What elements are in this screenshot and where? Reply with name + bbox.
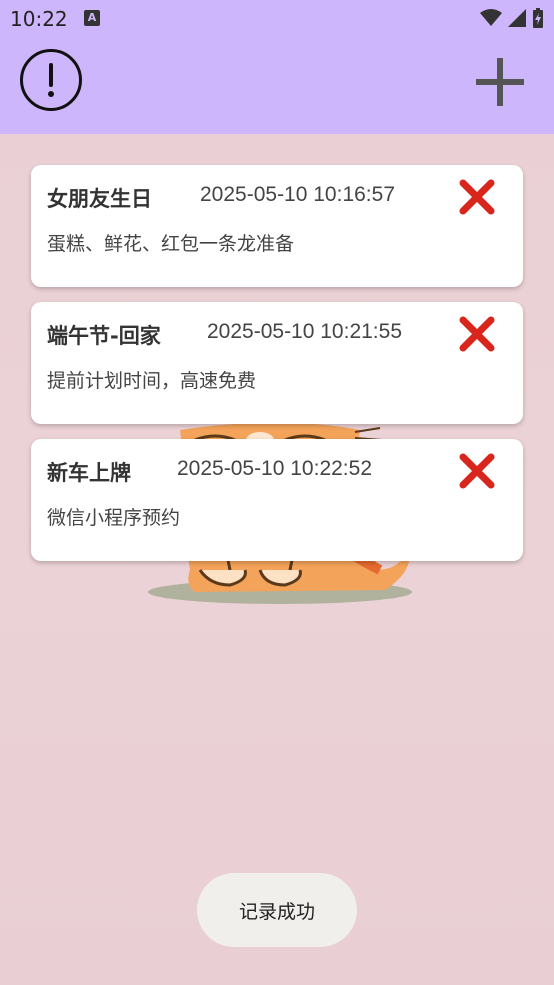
app-bar [0, 38, 554, 134]
record-card[interactable]: 端午节-回家 2025-05-10 10:21:55 提前计划时间，高速免费 [31, 302, 523, 424]
record-list: 女朋友生日 2025-05-10 10:16:57 蛋糕、鲜花、红包一条龙准备 … [31, 165, 523, 576]
status-bar: 10:22 A [0, 0, 554, 38]
record-note: 微信小程序预约 [47, 507, 181, 529]
record-note: 提前计划时间，高速免费 [47, 370, 257, 392]
record-card[interactable]: 新车上牌 2025-05-10 10:22:52 微信小程序预约 [31, 439, 523, 561]
alert-circle-icon [48, 63, 54, 97]
battery-icon [533, 8, 543, 28]
record-datetime: 2025-05-10 10:16:57 [200, 183, 395, 206]
close-x-icon[interactable] [459, 453, 495, 489]
notification-a-icon: A [84, 10, 100, 26]
close-x-icon[interactable] [459, 316, 495, 352]
record-title: 新车上牌 [47, 461, 131, 485]
status-time: 10:22 [10, 7, 68, 31]
record-datetime: 2025-05-10 10:22:52 [177, 457, 372, 480]
status-icons [480, 8, 544, 28]
plus-icon[interactable] [476, 58, 524, 106]
record-title: 女朋友生日 [47, 187, 152, 211]
signal-icon [508, 9, 526, 27]
wifi-icon [480, 9, 502, 26]
toast-message: 记录成功 [197, 873, 357, 947]
info-button[interactable] [20, 49, 82, 111]
record-card[interactable]: 女朋友生日 2025-05-10 10:16:57 蛋糕、鲜花、红包一条龙准备 [31, 165, 523, 287]
record-datetime: 2025-05-10 10:21:55 [207, 320, 402, 343]
record-title: 端午节-回家 [47, 324, 161, 348]
close-x-icon[interactable] [459, 179, 495, 215]
record-note: 蛋糕、鲜花、红包一条龙准备 [47, 233, 295, 255]
